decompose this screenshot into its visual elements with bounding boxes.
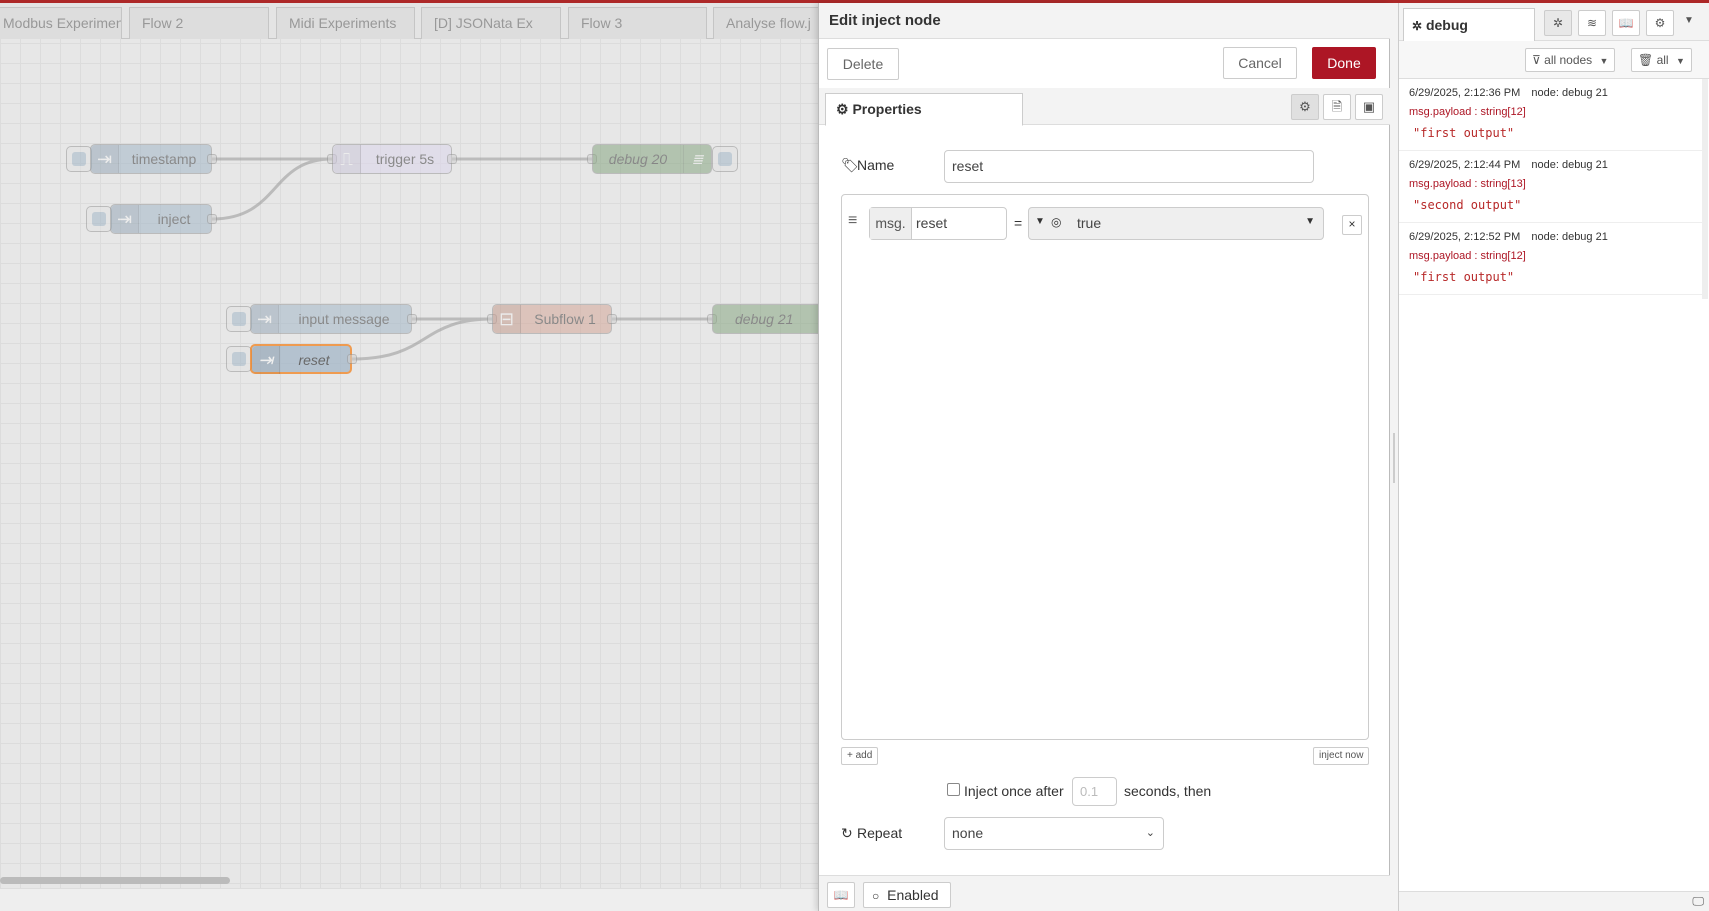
remove-property-close-icon[interactable]: × [1342,215,1362,235]
circle-icon: ○ [872,889,880,903]
horizontal-scrollbar[interactable] [0,877,230,884]
clear-label: all [1656,53,1669,67]
message-node[interactable]: node: debug 21 [1531,231,1607,243]
monitor-icon[interactable]: 🖵 [1692,894,1704,909]
property-value: true [1077,215,1102,231]
drag-handle-icon[interactable]: ≡ [848,212,857,230]
edit-tray: Edit inject node Delete Cancel Done ⚙ Pr… [818,3,1391,911]
inject-now-button[interactable]: inject now [1313,747,1370,765]
message-type: msg.payload : string[12] [1409,250,1526,262]
gear-icon[interactable]: ⚙ [1646,10,1674,36]
inject-once-checkbox[interactable] [947,783,960,796]
delete-button[interactable]: Delete [827,48,899,80]
clear-button[interactable]: 🗑 all ▼ [1631,48,1692,72]
chevron-down-icon: ⌄ [1145,827,1155,839]
message-meta: 6/29/2025, 2:12:36 PM node: debug 21 [1409,87,1608,99]
message-value: "second output" [1413,198,1522,212]
debug-message[interactable]: 6/29/2025, 2:12:52 PM node: debug 21 msg… [1399,223,1702,295]
message-value: "first output" [1413,270,1515,284]
inject-once-suffix: seconds, then [1124,783,1212,799]
bug-icon[interactable]: ✲ [1544,10,1572,36]
workspace-dim-overlay [0,3,818,911]
inject-once-label: Inject once after [964,783,1064,799]
database-icon[interactable]: ≋ [1578,10,1606,36]
done-button[interactable]: Done [1312,47,1376,79]
message-time: 6/29/2025, 2:12:52 PM [1409,231,1521,243]
workspace-footer [0,888,818,911]
tray-footer: 📖 ○ Enabled [819,875,1391,911]
sidebar-footer: 🖵 [1399,891,1709,911]
appearance-frame-icon[interactable]: ▣ [1355,94,1383,120]
message-node[interactable]: node: debug 21 [1531,87,1607,99]
add-label: add [855,750,873,761]
chevron-down-icon: ▼ [1675,56,1685,66]
message-value: "first output" [1413,126,1515,140]
sidebar-splitter[interactable] [1390,3,1398,911]
repeat-label: Repeat [857,825,903,841]
cancel-button[interactable]: Cancel [1223,47,1297,79]
message-time: 6/29/2025, 2:12:44 PM [1409,159,1521,171]
tray-tabbar: ⚙ Properties ⚙ 🗎 ▣ [819,88,1391,126]
filter-icon: ⊽ [1532,53,1541,67]
add-property-button[interactable]: + add [841,747,879,765]
chevron-down-icon: ▼ [1599,56,1609,66]
book-icon[interactable]: 📖 [827,882,855,908]
name-input[interactable]: reset [944,150,1314,183]
flow-workspace[interactable]: Modbus Experiment Flow 2 Midi Experiment… [0,3,818,911]
enabled-toggle[interactable]: ○ Enabled [863,882,951,908]
debug-message[interactable]: 6/29/2025, 2:12:44 PM node: debug 21 msg… [1399,151,1702,223]
message-meta: 6/29/2025, 2:12:52 PM node: debug 21 [1409,231,1608,243]
name-label: Name [857,157,895,173]
message-type: msg.payload : string[12] [1409,106,1526,118]
message-type: msg.payload : string[13] [1409,178,1526,190]
vertical-scrollbar[interactable] [1702,79,1708,299]
inject-once-delay-input[interactable]: 0.1 [1072,777,1117,806]
chevron-down-icon: ▼ [1305,216,1315,227]
equals-sign: = [1014,215,1023,231]
tab-debug[interactable]: ✲ debug [1403,8,1535,42]
type-caret-icon[interactable]: ▼ [1035,216,1045,227]
enabled-label: Enabled [887,887,939,903]
trash-icon: 🗑 [1638,53,1654,67]
boolean-icon: ◎ [1051,215,1062,229]
book-icon[interactable]: 📖 [1612,10,1640,36]
debug-sidebar: ✲ debug ✲ ≋ 📖 ⚙ ▼ ⊽ all nodes ▼ 🗑 all ▼ … [1398,3,1709,911]
debug-toolbar: ⊽ all nodes ▼ 🗑 all ▼ [1399,41,1709,79]
property-list: ≡ msg. reset = ▼ ◎ true ▼ × [841,194,1369,740]
repeat-icon: ↻ [841,825,853,841]
sidebar-tabbar: ✲ debug ✲ ≋ 📖 ⚙ ▼ [1399,3,1709,42]
chevron-down-icon[interactable]: ▼ [1684,15,1694,26]
bug-icon: ✲ [1412,19,1423,33]
tab-properties[interactable]: ⚙ Properties [825,93,1023,126]
message-node[interactable]: node: debug 21 [1531,159,1607,171]
property-name-field[interactable]: msg. reset [869,207,1007,240]
tab-label: debug [1425,17,1468,33]
property-name: reset [916,215,948,231]
filter-button[interactable]: ⊽ all nodes ▼ [1525,48,1616,72]
property-value-select[interactable]: ▼ ◎ true ▼ [1028,207,1324,240]
plus-icon: + [847,750,853,761]
tab-label: Properties [852,101,922,117]
msg-prefix: msg. [870,208,912,239]
repeat-select[interactable]: none ⌄ [944,817,1164,850]
filter-label: all nodes [1544,53,1593,67]
message-meta: 6/29/2025, 2:12:44 PM node: debug 21 [1409,159,1608,171]
message-time: 6/29/2025, 2:12:36 PM [1409,87,1521,99]
node-settings-gear-icon[interactable]: ⚙ [1291,94,1319,120]
debug-message[interactable]: 6/29/2025, 2:12:36 PM node: debug 21 msg… [1399,79,1702,151]
description-document-icon[interactable]: 🗎 [1323,94,1351,120]
tray-title: Edit inject node [819,3,1391,39]
repeat-value: none [952,825,984,841]
gear-icon: ⚙ [836,101,849,117]
